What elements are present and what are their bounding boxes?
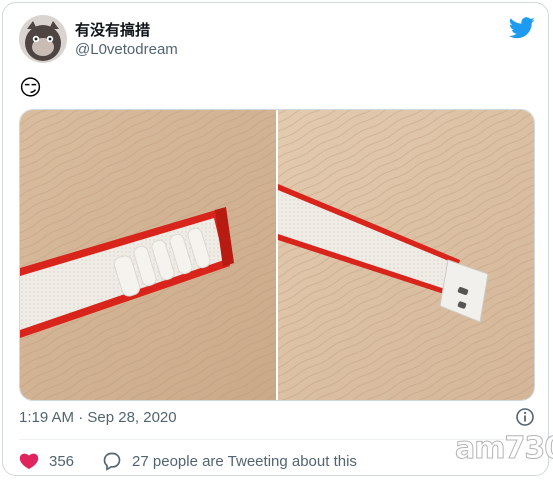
tweet-timestamp[interactable]: 1:19 AM · Sep 28, 2020 <box>19 409 177 426</box>
info-icon[interactable] <box>515 407 535 427</box>
speech-bubble-icon <box>103 452 121 471</box>
tweet-text: 😏 <box>19 75 42 100</box>
like-button[interactable]: 356 <box>19 451 74 471</box>
media-grid[interactable] <box>19 109 535 401</box>
watch-band-photo-right <box>278 110 534 400</box>
reply-link[interactable]: 27 people are Tweeting about this <box>102 451 357 471</box>
avatar-image <box>19 15 67 63</box>
avatar[interactable] <box>19 15 67 63</box>
like-count: 356 <box>49 452 75 470</box>
replies-text: 27 people are Tweeting about this <box>132 452 357 470</box>
watch-band-photo-left <box>20 110 276 400</box>
display-name[interactable]: 有没有搞措 <box>75 19 150 40</box>
heart-icon <box>19 453 39 469</box>
watermark-logo: am730 <box>454 431 553 467</box>
media-photos <box>20 110 534 400</box>
tweet-card: 有没有搞措 @L0vetodream 😏 1:19 AM · Sep 28, 2… <box>2 2 553 476</box>
user-handle[interactable]: @L0vetodream <box>75 41 178 58</box>
tweet-actions: 356 27 people are Tweeting about this <box>19 449 357 473</box>
twitter-bird-icon[interactable] <box>509 17 535 39</box>
